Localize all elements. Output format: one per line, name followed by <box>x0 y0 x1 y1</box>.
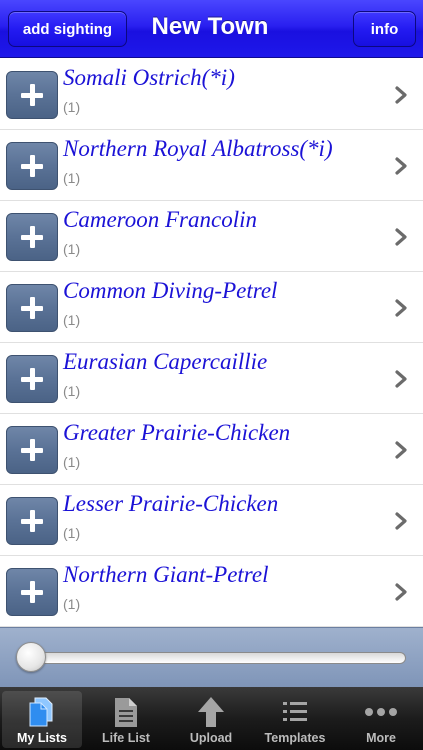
add-sighting-button[interactable]: add sighting <box>8 11 127 47</box>
chevron-right-icon <box>395 512 407 530</box>
bird-count: (1) <box>63 454 81 470</box>
list-item[interactable]: Lesser Prairie-Chicken (1) <box>0 485 423 556</box>
document-icon <box>115 698 137 727</box>
chevron-right-icon <box>395 228 407 246</box>
add-button[interactable] <box>6 355 58 403</box>
tab-label: My Lists <box>16 731 67 745</box>
bird-count: (1) <box>63 596 81 612</box>
list-item[interactable]: Northern Giant-Petrel (1) <box>0 556 423 627</box>
bird-count: (1) <box>63 170 81 186</box>
list-item[interactable]: Common Diving-Petrel (1) <box>0 272 423 343</box>
bird-count: (1) <box>63 525 81 541</box>
add-button[interactable] <box>6 426 58 474</box>
tab-upload[interactable]: Upload <box>171 691 251 748</box>
tab-my-lists[interactable]: My Lists <box>2 691 82 748</box>
documents-icon <box>29 697 53 727</box>
tab-label: Life List <box>102 731 150 745</box>
slider-track[interactable] <box>22 652 406 664</box>
bird-name: Eurasian Capercaillie <box>63 349 268 374</box>
navigation-bar: add sighting New Town info <box>0 0 423 58</box>
list-item[interactable]: Somali Ostrich(*i) (1) <box>0 59 423 130</box>
tab-label: Upload <box>189 731 233 745</box>
add-button[interactable] <box>6 568 58 616</box>
bird-count: (1) <box>63 312 81 328</box>
bird-name: Cameroon Francolin <box>63 207 257 232</box>
bird-count: (1) <box>63 241 81 257</box>
chevron-right-icon <box>395 370 407 388</box>
bird-count: (1) <box>63 99 81 115</box>
list-item[interactable]: Greater Prairie-Chicken (1) <box>0 414 423 485</box>
bird-count: (1) <box>63 383 81 399</box>
slider-bar <box>0 627 423 687</box>
add-button[interactable] <box>6 213 58 261</box>
tab-life-list[interactable]: Life List <box>86 691 166 748</box>
list-icon <box>283 702 307 721</box>
add-button[interactable] <box>6 71 58 119</box>
page-title: New Town <box>151 13 269 40</box>
upload-arrow-icon <box>198 697 224 727</box>
tab-label: Templates <box>264 731 326 745</box>
list-item[interactable]: Northern Royal Albatross(*i) (1) <box>0 130 423 201</box>
list-item[interactable]: Eurasian Capercaillie (1) <box>0 343 423 414</box>
more-dots-icon <box>365 708 397 716</box>
bird-name: Greater Prairie-Chicken <box>63 420 291 445</box>
info-button[interactable]: info <box>353 11 416 47</box>
sighting-list: Somali Ostrich(*i) (1) Northern Royal Al… <box>0 59 423 627</box>
tab-templates[interactable]: Templates <box>255 691 335 748</box>
tab-label: More <box>366 731 396 745</box>
bird-name: Common Diving-Petrel <box>63 278 278 303</box>
bird-name: Northern Giant-Petrel <box>63 562 269 587</box>
add-button[interactable] <box>6 284 58 332</box>
bird-name: Northern Royal Albatross(*i) <box>63 136 333 161</box>
chevron-right-icon <box>395 299 407 317</box>
bird-name: Lesser Prairie-Chicken <box>63 491 279 516</box>
add-button[interactable] <box>6 497 58 545</box>
chevron-right-icon <box>395 441 407 459</box>
bird-name: Somali Ostrich(*i) <box>63 65 235 90</box>
add-button[interactable] <box>6 142 58 190</box>
slider-knob[interactable] <box>16 642 46 672</box>
list-item[interactable]: Cameroon Francolin (1) <box>0 201 423 272</box>
tab-bar: My Lists Life List Upload Templates More <box>0 687 423 750</box>
chevron-right-icon <box>395 157 407 175</box>
tab-more[interactable]: More <box>341 691 421 748</box>
chevron-right-icon <box>395 583 407 601</box>
chevron-right-icon <box>395 86 407 104</box>
